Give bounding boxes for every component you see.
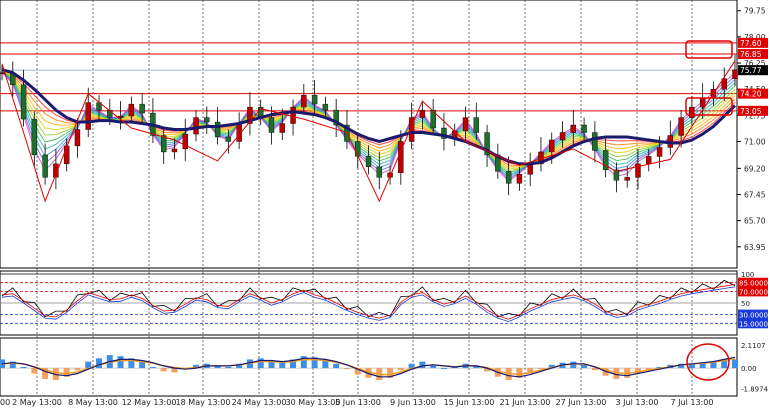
y-tick-label: 71.00	[744, 137, 766, 146]
x-tick-label: 15 Jun 13:00	[444, 398, 495, 407]
macd-histogram-bar	[257, 358, 264, 369]
y-tick-label: 63.95	[744, 243, 766, 252]
candle-body	[689, 106, 695, 118]
macd-histogram-bar	[225, 367, 232, 369]
macd-histogram-bar	[721, 360, 728, 369]
candle-body	[462, 117, 469, 132]
macd-histogram-bar	[117, 356, 124, 369]
candle-body	[419, 109, 426, 118]
candle-body	[656, 147, 663, 157]
chart-canvas[interactable]: 79.7578.0076.2574.5072.7571.0069.2067.45…	[0, 0, 770, 410]
candle-body	[376, 166, 382, 178]
x-tick-label: 27 Jun 13:00	[556, 398, 607, 407]
macd-histogram-bar	[139, 361, 146, 369]
candle-body	[559, 132, 566, 141]
x-tick-label: 12 May 13:00	[122, 398, 177, 407]
x-tick-label: 21 Jun 13:00	[500, 398, 551, 407]
macd-histogram-bar	[74, 368, 81, 371]
macd-axis-label: 0.00	[741, 365, 757, 373]
candle-body	[193, 117, 199, 135]
macd-histogram-bar	[96, 358, 103, 369]
candle-body	[171, 148, 178, 153]
last-price-label: 75.77	[740, 66, 762, 75]
candle-body	[646, 156, 652, 165]
x-tick-label: 24 May 13:00	[232, 398, 287, 407]
x-tick-label: 2 May 13:00	[12, 398, 62, 407]
level-tag-label: 77.60	[740, 39, 762, 48]
level-tag-label: 76.85	[740, 50, 762, 59]
candle-body	[290, 106, 296, 124]
macd-histogram-bar	[149, 367, 156, 369]
candle-body	[204, 117, 210, 123]
candle-body	[268, 117, 275, 133]
x-tick-label: 8 May 13:00	[68, 398, 118, 407]
macd-histogram-bar	[268, 361, 275, 369]
level-tag-label: 74.20	[740, 90, 762, 99]
x-tick-label: 18 May 13:00	[176, 398, 231, 407]
candle-body	[592, 132, 598, 151]
candle-body	[31, 118, 38, 156]
candle-body	[570, 124, 577, 133]
x-tick-label: 00	[0, 398, 10, 407]
candle-body	[505, 171, 512, 184]
x-tick-label: 5 Jun 13:00	[335, 398, 381, 407]
candle-body	[117, 115, 124, 118]
x-tick-label: 7 Jul 13:00	[671, 398, 714, 407]
x-tick-label: 9 Jun 13:00	[390, 398, 436, 407]
candle-body	[549, 139, 555, 153]
candle-body	[0, 72, 5, 74]
y-tick-label: 79.75	[744, 7, 766, 16]
candle-body	[624, 177, 630, 181]
candle-body	[128, 103, 135, 117]
macd-histogram-bar	[31, 368, 38, 374]
candle-body	[516, 174, 523, 184]
level-tag-label: 73.05	[740, 107, 762, 116]
candle-body	[225, 136, 232, 142]
candle-body	[74, 129, 81, 147]
candle-body	[527, 163, 533, 175]
macd-histogram-bar	[160, 368, 167, 372]
chart-background	[0, 0, 770, 410]
macd-histogram-bar	[333, 363, 340, 369]
candle-body	[301, 94, 307, 108]
rsi-level-label: 70.0000	[739, 288, 768, 296]
candle-body	[322, 103, 329, 111]
macd-histogram-bar	[343, 368, 350, 370]
macd-histogram-bar	[397, 368, 404, 371]
macd-axis-label: -1.8974	[741, 386, 769, 394]
candle-body	[473, 117, 479, 133]
x-tick-label: 30 May 13:00	[286, 398, 341, 407]
macd-histogram-bar	[440, 368, 447, 370]
candle-body	[311, 94, 318, 105]
macd-axis-label: 2.1107	[741, 342, 766, 350]
x-tick-label: 3 Jul 13:00	[616, 398, 659, 407]
candle-body	[279, 123, 285, 133]
candle-body	[42, 154, 48, 178]
candle-body	[732, 69, 738, 79]
candle-body	[678, 117, 684, 136]
macd-histogram-bar	[279, 362, 286, 369]
y-tick-label: 65.70	[744, 217, 766, 226]
candle-body	[85, 102, 91, 130]
rsi-level-label: 15.0000	[739, 320, 768, 328]
y-tick-label: 69.20	[744, 164, 766, 173]
macd-histogram-bar	[732, 359, 738, 369]
candle-body	[365, 156, 372, 168]
candle-body	[20, 84, 27, 120]
candle-body	[581, 124, 587, 133]
candle-body	[355, 141, 361, 157]
y-tick-label: 67.45	[744, 191, 766, 200]
candle-body	[182, 133, 188, 150]
candle-body	[699, 97, 706, 108]
rsi-level-label: 50	[741, 300, 750, 308]
candle-body	[214, 121, 221, 138]
candle-body	[139, 103, 145, 114]
macd-histogram-bar	[20, 367, 27, 369]
